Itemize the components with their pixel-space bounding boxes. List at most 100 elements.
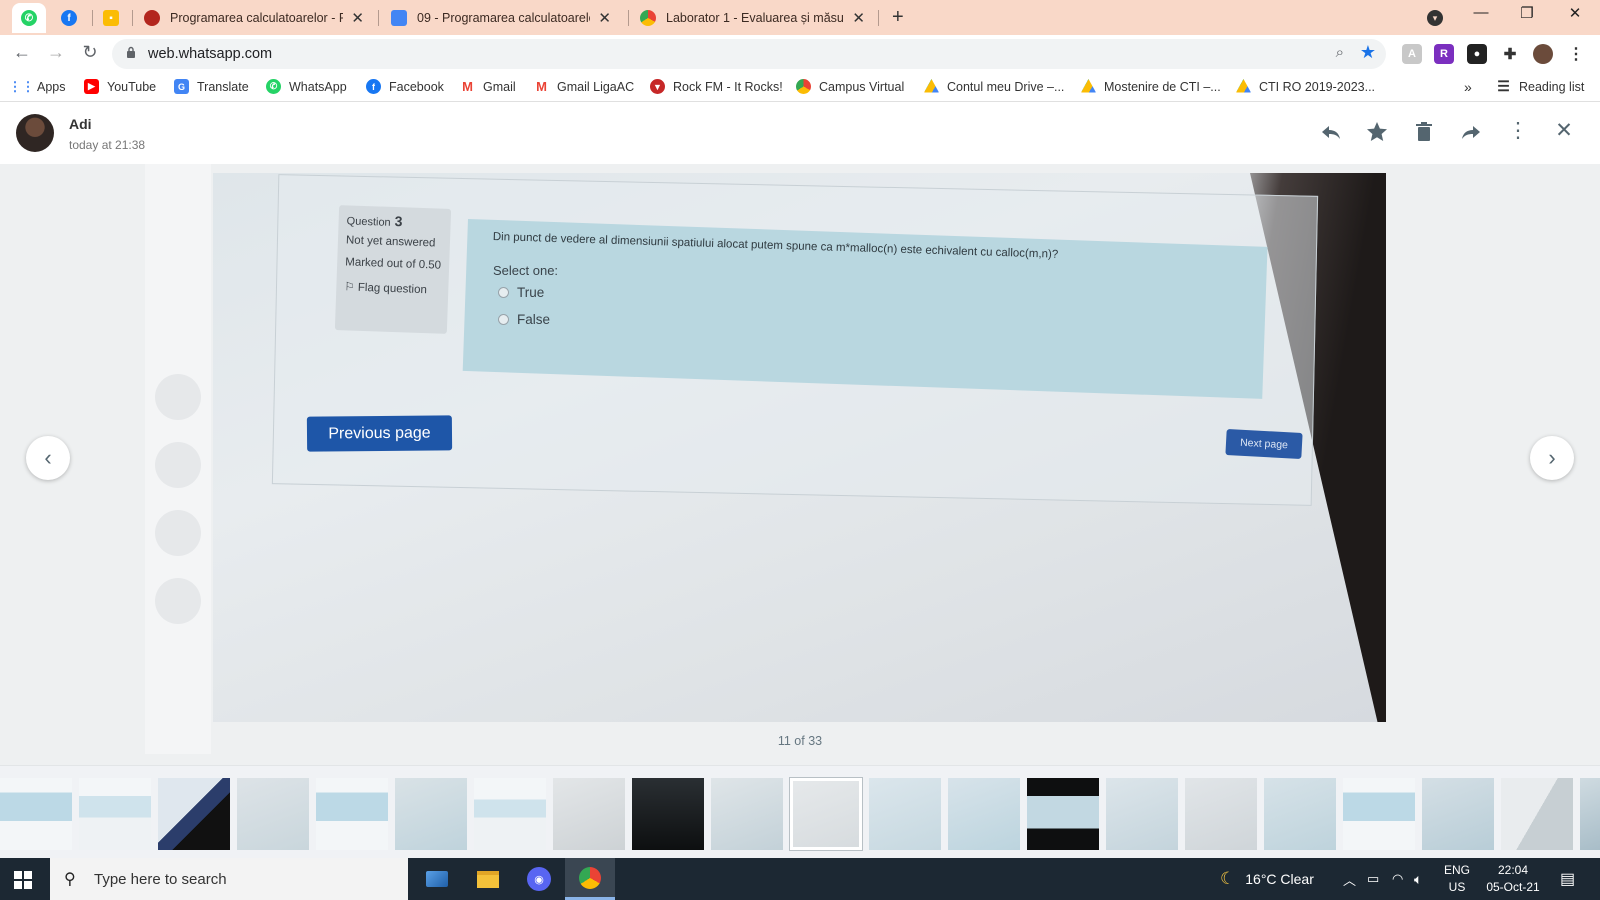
minimize-button[interactable]: — [1466,4,1496,21]
radio-icon [498,287,509,298]
media-thumbnail[interactable] [1106,778,1178,850]
bookmark-label: YouTube [107,79,157,94]
question-info-box: Question 3 Not yet answered Marked out of… [334,205,452,334]
puzzle-icon[interactable]: ✚ [1500,44,1520,64]
language-indicator[interactable]: ENG US [1444,858,1470,900]
bookmark-drive-1[interactable]: Contul meu Drive –... [924,79,1064,94]
tab-programarea-09[interactable]: 09 - Programarea calculatoarelor ✕ [381,3,621,33]
media-thumbnail[interactable] [1343,778,1415,850]
extension-icon[interactable]: A [1402,44,1422,64]
bookmarks-overflow[interactable]: » [1464,79,1472,95]
media-thumbnail[interactable] [1027,778,1099,850]
media-thumbnail[interactable] [553,778,625,850]
wifi-icon[interactable]: ◠ [1392,858,1403,900]
bookmark-drive-3[interactable]: CTI RO 2019-2023... [1236,79,1375,94]
close-viewer-icon[interactable]: ✕ [1551,118,1577,143]
address-bar[interactable]: web.whatsapp.com ⌕ ★ [112,39,1386,69]
taskbar-search[interactable]: ⚲ Type here to search [50,858,408,900]
notifications-icon[interactable]: ▤ [1560,858,1575,900]
zoom-icon[interactable]: ⌕ [1336,44,1344,61]
bookmark-youtube[interactable]: ▶ YouTube [84,79,156,94]
menu-dots-icon[interactable]: ⋮ [1566,44,1586,64]
taskbar-discord[interactable]: ◉ [514,858,564,900]
close-window-button[interactable]: ✕ [1560,4,1590,22]
media-thumbnail[interactable] [316,778,388,850]
more-options-icon[interactable]: ⋮ [1505,118,1531,143]
clock[interactable]: 22:04 05-Oct-21 [1480,858,1546,900]
profile-avatar-icon[interactable] [1533,44,1553,64]
media-thumbnail[interactable] [395,778,467,850]
app-icon [426,871,448,887]
media-thumbnail[interactable] [869,778,941,850]
url-text: web.whatsapp.com [148,46,273,62]
media-thumbnail[interactable] [790,778,862,850]
bookmark-campus-virtual[interactable]: Campus Virtual [796,79,904,94]
bookmark-translate[interactable]: G Translate [174,79,249,94]
media-thumbnail[interactable] [1501,778,1573,850]
previous-media-button[interactable]: ‹ [26,436,70,480]
bookmark-label: Apps [37,79,66,94]
close-tab-icon[interactable]: ✕ [598,9,611,27]
windows-start-icon[interactable] [14,871,32,889]
bookmark-rockfm[interactable]: ▼ Rock FM - It Rocks! [650,79,783,94]
bookmark-gmail[interactable]: M Gmail [460,79,516,94]
media-thumbnail[interactable] [158,778,230,850]
bookmark-facebook[interactable]: f Facebook [366,79,444,94]
battery-icon[interactable]: ▭ [1367,858,1379,900]
chevron-up-icon[interactable]: ︿ [1343,858,1356,900]
extension-icon[interactable]: ● [1467,44,1487,64]
close-tab-icon[interactable]: ✕ [852,9,865,27]
back-icon[interactable]: ← [10,42,34,63]
extension-icon[interactable]: R [1434,44,1454,64]
reply-icon[interactable] [1318,120,1344,144]
whatsapp-icon: ✆ [266,79,281,94]
media-thumbnail[interactable] [79,778,151,850]
bookmark-gmail-ligaac[interactable]: M Gmail LigaAC [534,79,634,94]
restore-button[interactable]: ❐ [1512,4,1542,22]
media-thumbnail[interactable] [948,778,1020,850]
flag-question: ⚐ Flag question [344,281,428,297]
media-thumbnail[interactable] [1580,778,1600,850]
previous-page-button: Previous page [306,415,453,452]
close-tab-icon[interactable]: ✕ [351,9,364,27]
bookmark-label: Rock FM - It Rocks! [673,79,783,94]
next-media-button[interactable]: › [1530,436,1574,480]
reload-icon[interactable]: ↻ [78,42,102,63]
pinned-tab-whatsapp[interactable]: ✆ [12,3,46,33]
drive-icon [1236,79,1251,93]
drive-icon [924,79,939,93]
bookmark-drive-2[interactable]: Mostenire de CTI –... [1081,79,1221,94]
bookmark-star-icon[interactable]: ★ [1360,42,1376,63]
discord-icon: ◉ [527,867,551,891]
taskbar-chrome[interactable] [565,858,615,900]
avatar[interactable] [16,114,54,152]
bookmark-apps[interactable]: ⋮⋮ Apps [9,79,66,94]
media-thumbnail[interactable] [711,778,783,850]
media-thumbnail[interactable] [474,778,546,850]
media-thumbnail[interactable] [1264,778,1336,850]
media-thumbnail[interactable] [632,778,704,850]
reading-list-button[interactable]: ☰ Reading list [1496,78,1584,94]
forward-icon[interactable] [1458,120,1484,144]
weather-widget[interactable]: ☾ 16°C Clear [1220,858,1314,900]
pinned-tab-facebook[interactable]: f [52,3,86,33]
media-thumbnail[interactable] [1185,778,1257,850]
tab-search-icon[interactable]: ▾ [1427,10,1443,26]
star-icon[interactable] [1364,120,1390,144]
media-thumbnail[interactable] [1422,778,1494,850]
taskbar-widget-app[interactable] [412,858,462,900]
forward-icon[interactable]: → [44,42,68,63]
new-tab-button[interactable]: + [892,6,904,29]
docs-icon [391,10,407,26]
tab-laborator-1[interactable]: Laborator 1 - Evaluarea și măsura ✕ [630,3,875,33]
volume-icon[interactable]: 🔈︎ [1414,858,1422,900]
tab-programarea-ra[interactable]: Programarea calculatoarelor - Ră ✕ [134,3,374,33]
media-thumbnail[interactable] [0,778,72,850]
background-avatar [155,374,201,420]
taskbar-file-explorer[interactable] [463,858,513,900]
bookmark-label: Campus Virtual [819,79,905,94]
pinned-tab-keep[interactable]: ▪ [94,3,128,33]
media-thumbnail[interactable] [237,778,309,850]
bookmark-whatsapp[interactable]: ✆ WhatsApp [266,79,347,94]
delete-icon[interactable] [1411,120,1437,144]
